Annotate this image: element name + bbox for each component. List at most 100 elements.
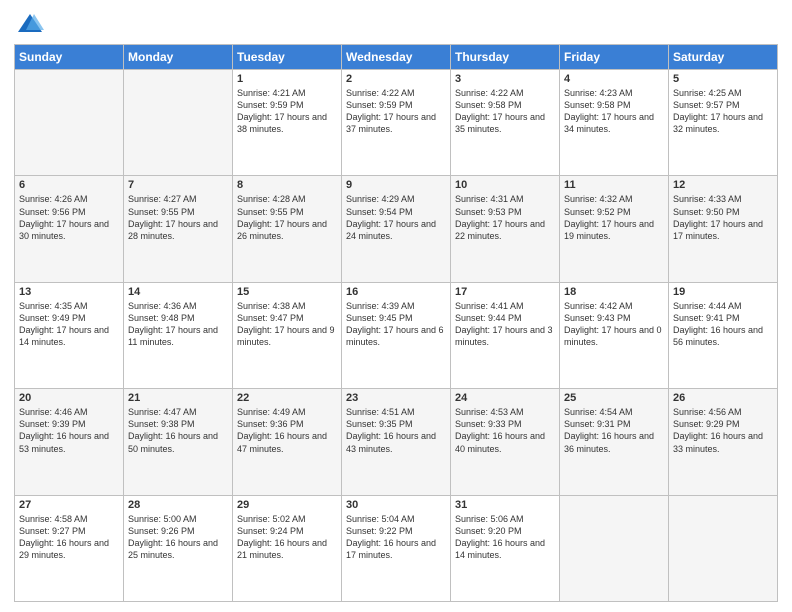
day-number: 10 [455,179,555,191]
day-number: 11 [564,179,664,191]
day-number: 19 [673,286,773,298]
calendar-cell: 25 Sunrise: 4:54 AMSunset: 9:31 PMDayligh… [560,389,669,495]
calendar-cell: 18 Sunrise: 4:42 AMSunset: 9:43 PMDayligh… [560,282,669,388]
day-info: Sunrise: 4:49 AMSunset: 9:36 PMDaylight:… [237,406,337,455]
day-number: 14 [128,286,228,298]
day-info: Sunrise: 4:35 AMSunset: 9:49 PMDaylight:… [19,300,119,349]
calendar-cell: 11 Sunrise: 4:32 AMSunset: 9:52 PMDayligh… [560,176,669,282]
day-number: 5 [673,73,773,85]
day-number: 25 [564,392,664,404]
day-info: Sunrise: 4:31 AMSunset: 9:53 PMDaylight:… [455,193,555,242]
calendar-cell: 15 Sunrise: 4:38 AMSunset: 9:47 PMDayligh… [233,282,342,388]
day-number: 9 [346,179,446,191]
logo-icon [16,10,44,38]
day-number: 29 [237,499,337,511]
day-info: Sunrise: 4:54 AMSunset: 9:31 PMDaylight:… [564,406,664,455]
day-number: 16 [346,286,446,298]
day-number: 1 [237,73,337,85]
day-number: 28 [128,499,228,511]
calendar-header-saturday: Saturday [669,45,778,70]
calendar-cell: 19Sunrise: 4:44 AMSunset: 9:41 PMDayligh… [669,282,778,388]
calendar-cell: 8 Sunrise: 4:28 AMSunset: 9:55 PMDaylight… [233,176,342,282]
day-number: 20 [19,392,119,404]
calendar-header-thursday: Thursday [451,45,560,70]
day-info: Sunrise: 4:47 AMSunset: 9:38 PMDaylight:… [128,406,228,455]
calendar-cell: 9 Sunrise: 4:29 AMSunset: 9:54 PMDaylight… [342,176,451,282]
day-info: Sunrise: 4:46 AMSunset: 9:39 PMDaylight:… [19,406,119,455]
calendar-cell: 4 Sunrise: 4:23 AMSunset: 9:58 PMDaylight… [560,70,669,176]
calendar-cell: 30Sunrise: 5:04 AMSunset: 9:22 PMDayligh… [342,495,451,601]
calendar-cell: 21 Sunrise: 4:47 AMSunset: 9:38 PMDayligh… [124,389,233,495]
day-info: Sunrise: 5:02 AMSunset: 9:24 PMDaylight:… [237,513,337,562]
calendar-cell: 23 Sunrise: 4:51 AMSunset: 9:35 PMDayligh… [342,389,451,495]
day-info: Sunrise: 4:22 AMSunset: 9:58 PMDaylight:… [455,87,555,136]
day-info: Sunrise: 4:42 AMSunset: 9:43 PMDaylight:… [564,300,664,349]
calendar-cell: 27 Sunrise: 4:58 AMSunset: 9:27 PMDayligh… [15,495,124,601]
day-number: 15 [237,286,337,298]
day-number: 8 [237,179,337,191]
day-info: Sunrise: 4:22 AMSunset: 9:59 PMDaylight:… [346,87,446,136]
calendar-cell [124,70,233,176]
day-info: Sunrise: 4:36 AMSunset: 9:48 PMDaylight:… [128,300,228,349]
calendar-cell: 5Sunrise: 4:25 AMSunset: 9:57 PMDaylight… [669,70,778,176]
day-info: Sunrise: 5:00 AMSunset: 9:26 PMDaylight:… [128,513,228,562]
day-number: 13 [19,286,119,298]
week-row-4: 20 Sunrise: 4:46 AMSunset: 9:39 PMDayligh… [15,389,778,495]
calendar-header-monday: Monday [124,45,233,70]
day-number: 23 [346,392,446,404]
week-row-5: 27 Sunrise: 4:58 AMSunset: 9:27 PMDayligh… [15,495,778,601]
calendar-header-row: SundayMondayTuesdayWednesdayThursdayFrid… [15,45,778,70]
day-number: 31 [455,499,555,511]
day-info: Sunrise: 4:27 AMSunset: 9:55 PMDaylight:… [128,193,228,242]
calendar-cell: 10 Sunrise: 4:31 AMSunset: 9:53 PMDayligh… [451,176,560,282]
calendar-cell: 31 Sunrise: 5:06 AMSunset: 9:20 PMDayligh… [451,495,560,601]
day-info: Sunrise: 4:28 AMSunset: 9:55 PMDaylight:… [237,193,337,242]
day-info: Sunrise: 4:58 AMSunset: 9:27 PMDaylight:… [19,513,119,562]
logo [14,10,44,38]
day-number: 2 [346,73,446,85]
calendar-cell: 1 Sunrise: 4:21 AMSunset: 9:59 PMDaylight… [233,70,342,176]
calendar-cell [560,495,669,601]
calendar-header-wednesday: Wednesday [342,45,451,70]
calendar-header-sunday: Sunday [15,45,124,70]
week-row-3: 13 Sunrise: 4:35 AMSunset: 9:49 PMDayligh… [15,282,778,388]
calendar-cell: 28 Sunrise: 5:00 AMSunset: 9:26 PMDayligh… [124,495,233,601]
day-number: 12 [673,179,773,191]
calendar-cell: 26Sunrise: 4:56 AMSunset: 9:29 PMDayligh… [669,389,778,495]
day-number: 27 [19,499,119,511]
calendar-cell: 13 Sunrise: 4:35 AMSunset: 9:49 PMDayligh… [15,282,124,388]
calendar-cell: 24Sunrise: 4:53 AMSunset: 9:33 PMDayligh… [451,389,560,495]
calendar-cell: 12 Sunrise: 4:33 AMSunset: 9:50 PMDayligh… [669,176,778,282]
day-number: 22 [237,392,337,404]
day-number: 21 [128,392,228,404]
day-number: 7 [128,179,228,191]
day-info: Sunrise: 4:56 AMSunset: 9:29 PMDaylight:… [673,406,773,455]
calendar-cell [15,70,124,176]
day-info: Sunrise: 4:32 AMSunset: 9:52 PMDaylight:… [564,193,664,242]
day-info: Sunrise: 4:53 AMSunset: 9:33 PMDaylight:… [455,406,555,455]
calendar-table: SundayMondayTuesdayWednesdayThursdayFrid… [14,44,778,602]
day-info: Sunrise: 4:33 AMSunset: 9:50 PMDaylight:… [673,193,773,242]
day-number: 4 [564,73,664,85]
day-info: Sunrise: 4:23 AMSunset: 9:58 PMDaylight:… [564,87,664,136]
calendar-cell: 17Sunrise: 4:41 AMSunset: 9:44 PMDayligh… [451,282,560,388]
page: SundayMondayTuesdayWednesdayThursdayFrid… [0,0,792,612]
day-info: Sunrise: 4:41 AMSunset: 9:44 PMDaylight:… [455,300,555,349]
calendar-header-tuesday: Tuesday [233,45,342,70]
calendar-cell: 14 Sunrise: 4:36 AMSunset: 9:48 PMDayligh… [124,282,233,388]
calendar-cell: 22 Sunrise: 4:49 AMSunset: 9:36 PMDayligh… [233,389,342,495]
calendar-cell: 6Sunrise: 4:26 AMSunset: 9:56 PMDaylight… [15,176,124,282]
week-row-1: 1 Sunrise: 4:21 AMSunset: 9:59 PMDaylight… [15,70,778,176]
day-info: Sunrise: 4:51 AMSunset: 9:35 PMDaylight:… [346,406,446,455]
header [14,10,778,38]
day-info: Sunrise: 4:29 AMSunset: 9:54 PMDaylight:… [346,193,446,242]
calendar-header-friday: Friday [560,45,669,70]
day-info: Sunrise: 4:26 AMSunset: 9:56 PMDaylight:… [19,193,119,242]
day-info: Sunrise: 4:39 AMSunset: 9:45 PMDaylight:… [346,300,446,349]
day-info: Sunrise: 5:06 AMSunset: 9:20 PMDaylight:… [455,513,555,562]
day-info: Sunrise: 4:38 AMSunset: 9:47 PMDaylight:… [237,300,337,349]
day-info: Sunrise: 4:21 AMSunset: 9:59 PMDaylight:… [237,87,337,136]
day-number: 18 [564,286,664,298]
calendar-cell: 7 Sunrise: 4:27 AMSunset: 9:55 PMDaylight… [124,176,233,282]
week-row-2: 6Sunrise: 4:26 AMSunset: 9:56 PMDaylight… [15,176,778,282]
